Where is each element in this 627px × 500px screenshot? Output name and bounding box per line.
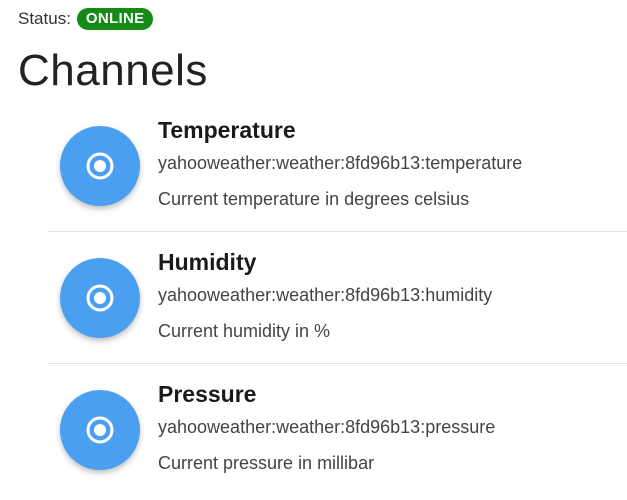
channel-text: Temperature yahooweather:weather:8fd96b1… (158, 114, 619, 212)
channel-uid: yahooweather:weather:8fd96b13:humidity (158, 285, 493, 305)
channel-text: Humidity yahooweather:weather:8fd96b13:h… (158, 246, 619, 344)
channel-list: Temperature yahooweather:weather:8fd96b1… (48, 100, 627, 496)
radio-button-checked-icon (60, 258, 140, 338)
status-badge: ONLINE (76, 8, 154, 30)
status-label: Status: (18, 9, 71, 28)
radio-button-checked-icon (60, 390, 140, 470)
channel-label: Humidity (158, 249, 257, 275)
channel-description: Current temperature in degrees celsius (158, 189, 470, 209)
channel-text: Pressure yahooweather:weather:8fd96b13:p… (158, 378, 619, 476)
channel-description: Current humidity in % (158, 321, 331, 341)
channel-uid: yahooweather:weather:8fd96b13:pressure (158, 417, 496, 437)
channel-item-pressure[interactable]: Pressure yahooweather:weather:8fd96b13:p… (48, 364, 627, 496)
channel-label: Pressure (158, 381, 257, 407)
channel-label: Temperature (158, 117, 296, 143)
radio-button-checked-icon (60, 126, 140, 206)
channel-uid: yahooweather:weather:8fd96b13:temperatur… (158, 153, 523, 173)
status-row: Status: ONLINE (18, 6, 154, 32)
channel-item-temperature[interactable]: Temperature yahooweather:weather:8fd96b1… (48, 100, 627, 232)
page-title: Channels (18, 46, 208, 95)
channel-description: Current pressure in millibar (158, 453, 375, 473)
channel-item-humidity[interactable]: Humidity yahooweather:weather:8fd96b13:h… (48, 232, 627, 364)
